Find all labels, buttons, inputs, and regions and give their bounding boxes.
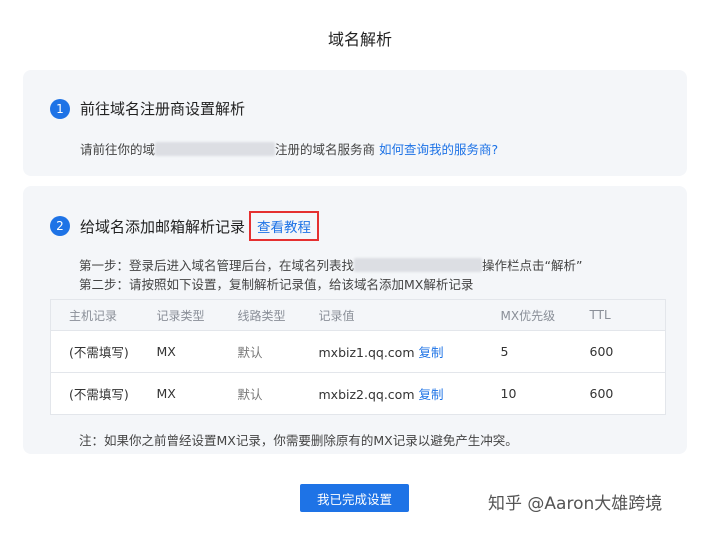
header-type: 记录类型	[156, 308, 205, 323]
cell-type: MX	[156, 386, 176, 401]
record-value: mxbiz1.qq.com	[318, 345, 415, 360]
redacted-domain	[155, 142, 276, 156]
step2-number-badge: 2	[50, 216, 70, 236]
step2-line2-before: 第二步：请按照如下设置，复制解析记录值，给该域名添加	[79, 277, 405, 292]
table-row: (不需填写) MX 默认 mxbiz1.qq.com 复制 5 600	[50, 330, 666, 373]
cell-ttl: 600	[589, 344, 614, 359]
step1-instruction: 请前往你的域 注册的域名服务商 如何查询我的服务商?	[80, 139, 498, 158]
table-header-row: 主机记录 记录类型 线路类型 记录值 MX优先级 TTL	[50, 299, 666, 331]
cell-value: mxbiz1.qq.com 复制	[319, 331, 501, 373]
step1-card: 1 前往域名注册商设置解析 请前往你的域 注册的域名服务商 如何查询我的服务商?	[23, 70, 687, 176]
cell-type: MX	[156, 344, 176, 359]
page-title: 域名解析	[327, 30, 392, 49]
header-priority: MX优先级	[500, 308, 556, 323]
cell-value: mxbiz2.qq.com 复制	[319, 373, 501, 415]
step1-text-after: 注册的域名服务商	[275, 142, 376, 157]
copy-button[interactable]: 复制	[419, 345, 444, 360]
cell-host: (不需填写)	[69, 387, 129, 402]
step2-line1-before: 第一步：登录后进入域名管理后台，在域名列表找	[79, 258, 355, 273]
header-ttl: TTL	[589, 308, 611, 322]
find-provider-link[interactable]: 如何查询我的服务商?	[379, 142, 498, 157]
cell-host: (不需填写)	[69, 345, 129, 360]
step2-card: 2 给域名添加邮箱解析记录 查看教程 第一步：登录后进入域名管理后台，在域名列表…	[23, 186, 687, 454]
cell-ttl: 600	[589, 386, 614, 401]
step2-header: 2 给域名添加邮箱解析记录 查看教程	[50, 211, 320, 241]
dns-records-table: 主机记录 记录类型 线路类型 记录值 MX优先级 TTL (不需填写) MX 默…	[50, 299, 666, 415]
corner-watermark: 知乎 @Aaron大雄跨境	[488, 494, 663, 514]
step2-heading: 给域名添加邮箱解析记录	[80, 217, 246, 236]
step2-line2-after: MX解析记录	[404, 277, 474, 292]
cell-priority: 5	[500, 344, 509, 359]
record-value: mxbiz2.qq.com	[318, 387, 415, 402]
redacted-domain-2	[354, 258, 483, 272]
copy-button[interactable]: 复制	[419, 387, 444, 402]
step2-line2: 第二步：请按照如下设置，复制解析记录值，给该域名添加MX解析记录	[79, 274, 473, 293]
step2-line1: 第一步：登录后进入域名管理后台，在域名列表找 操作栏点击“解析”	[79, 255, 582, 274]
header-host: 主机记录	[69, 308, 118, 323]
step1-header: 1 前往域名注册商设置解析	[50, 98, 245, 119]
step1-number-badge: 1	[50, 98, 70, 119]
step2-line1-after: 操作栏点击“解析”	[482, 258, 583, 273]
header-line: 线路类型	[237, 308, 286, 323]
view-tutorial-link[interactable]: 查看教程	[249, 211, 320, 241]
header-value: 记录值	[318, 308, 355, 323]
conflict-note: 注：如果你之前曾经设置MX记录，你需要删除原有的MX记录以避免产生冲突。	[79, 433, 518, 448]
step1-heading: 前往域名注册商设置解析	[80, 100, 246, 118]
table-row: (不需填写) MX 默认 mxbiz2.qq.com 复制 10 600	[50, 372, 666, 415]
cell-line: 默认	[237, 387, 263, 402]
cell-priority: 10	[500, 386, 517, 401]
step1-text-before: 请前往你的域	[80, 142, 156, 157]
cell-line: 默认	[237, 345, 263, 360]
done-button[interactable]: 我已完成设置	[300, 484, 409, 512]
